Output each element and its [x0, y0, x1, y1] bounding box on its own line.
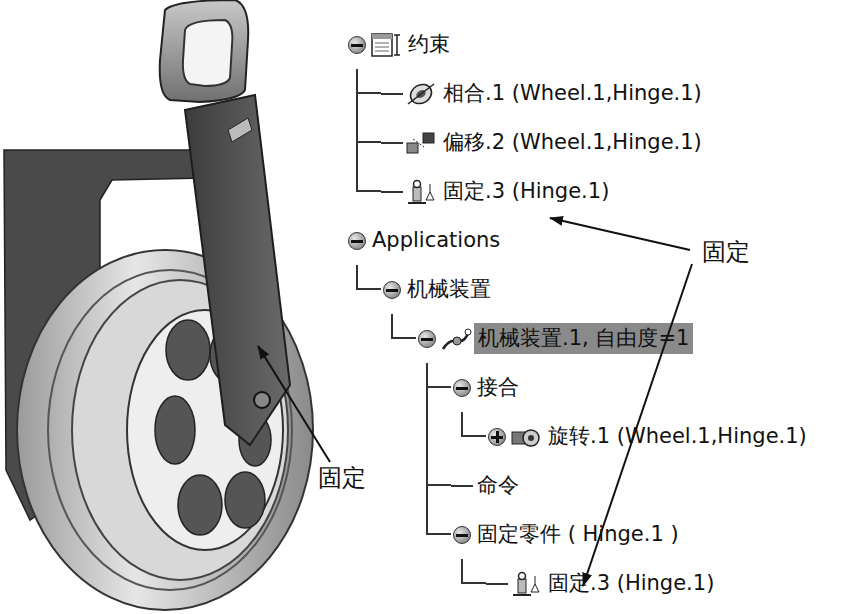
annotation-label: 固定 — [700, 238, 752, 267]
tree-guide — [346, 363, 381, 412]
collapse-toggle-icon[interactable] — [453, 379, 471, 397]
joint-icon — [508, 423, 544, 451]
tree-stub — [381, 93, 403, 95]
tree-node-label[interactable]: 命令 — [473, 470, 523, 501]
toggle-slot — [346, 20, 368, 69]
tree-row[interactable]: 接合 — [346, 363, 868, 412]
toggle-slot — [381, 167, 403, 216]
tree-node-label[interactable]: 固定.3 (Hinge.1) — [439, 176, 613, 207]
tree-row[interactable]: 固定.3 (Hinge.1) — [346, 559, 868, 608]
tree-node-label[interactable]: 接合 — [473, 372, 523, 403]
specification-tree: 约束相合.1 (Wheel.1,Hinge.1) 偏移.2 (Wheel.1,Hi… — [340, 0, 868, 614]
tree-guide — [451, 559, 486, 608]
collapse-toggle-icon[interactable] — [453, 526, 471, 544]
toggle-slot — [381, 265, 403, 314]
tree-guide — [416, 510, 451, 559]
collapse-toggle-icon[interactable] — [383, 281, 401, 299]
fix-icon — [508, 570, 544, 598]
model-viewport[interactable] — [0, 0, 340, 614]
tree-guide — [381, 510, 416, 559]
toggle-slot — [451, 461, 473, 510]
toggle-slot — [346, 216, 368, 265]
tree-row[interactable]: 命令 — [346, 461, 868, 510]
tree-guide — [381, 461, 416, 510]
toggle-slot — [381, 69, 403, 118]
wheel-hinge-model-icon[interactable] — [0, 0, 340, 614]
tree-node-label[interactable]: 固定.3 (Hinge.1) — [544, 568, 718, 599]
mechanism-icon — [438, 325, 474, 353]
toggle-slot — [451, 363, 473, 412]
tree-guide — [346, 265, 381, 314]
collapse-toggle-icon[interactable] — [348, 36, 366, 54]
tree-guide — [346, 412, 381, 461]
tree-guide — [381, 363, 416, 412]
expand-toggle-icon[interactable] — [488, 428, 506, 446]
tree-guide — [381, 314, 416, 363]
toggle-slot — [486, 412, 508, 461]
tree-row[interactable]: 机械装置 — [346, 265, 868, 314]
tree-node-label[interactable]: 偏移.2 (Wheel.1,Hinge.1) — [439, 127, 706, 158]
tree-guide — [346, 510, 381, 559]
tree-node-label[interactable]: 相合.1 (Wheel.1,Hinge.1) — [439, 78, 706, 109]
collapse-toggle-icon[interactable] — [418, 330, 436, 348]
tree-node-label[interactable]: Applications — [368, 225, 504, 256]
toggle-slot — [416, 314, 438, 363]
tree-node-label[interactable]: 机械装置 — [403, 274, 495, 305]
constraint-set-icon — [368, 31, 404, 59]
tree-row[interactable]: Applications — [346, 216, 868, 265]
tree-guide — [381, 412, 416, 461]
collapse-toggle-icon[interactable] — [348, 232, 366, 250]
tree-row[interactable]: 固定零件 ( Hinge.1 ) — [346, 510, 868, 559]
tree-stub — [381, 142, 403, 144]
tree-row[interactable]: 机械装置.1, 自由度=1 — [346, 314, 868, 363]
tree-row[interactable]: 约束 — [346, 20, 868, 69]
coincidence-icon — [403, 80, 439, 108]
annotation-label: 固定 — [316, 464, 368, 493]
tree-guide — [381, 559, 416, 608]
tree-guide — [346, 559, 381, 608]
toggle-slot — [381, 118, 403, 167]
fix-icon — [403, 178, 439, 206]
tree-stub — [381, 191, 403, 193]
tree-guide — [416, 412, 451, 461]
catia-window: 约束相合.1 (Wheel.1,Hinge.1) 偏移.2 (Wheel.1,Hi… — [0, 0, 868, 614]
tree-node-label[interactable]: 固定零件 ( Hinge.1 ) — [473, 519, 683, 550]
tree-node-label[interactable]: 机械装置.1, 自由度=1 — [474, 323, 693, 354]
tree-guide — [346, 167, 381, 216]
tree-row[interactable]: 相合.1 (Wheel.1,Hinge.1) — [346, 69, 868, 118]
tree-node-label[interactable]: 约束 — [404, 29, 454, 60]
tree-guide — [346, 118, 381, 167]
tree-row[interactable]: 偏移.2 (Wheel.1,Hinge.1) — [346, 118, 868, 167]
tree-guide — [346, 69, 381, 118]
tree-guide — [416, 461, 451, 510]
tree-guide — [416, 363, 451, 412]
tree-guide — [451, 412, 486, 461]
tree-node-label[interactable]: 旋转.1 (Wheel.1,Hinge.1) — [544, 421, 811, 452]
toggle-slot — [486, 559, 508, 608]
tree-stub — [486, 583, 508, 585]
offset-icon — [403, 129, 439, 157]
annotation-arrows-icon — [0, 0, 868, 614]
tree-stub — [451, 485, 473, 487]
toggle-slot — [451, 510, 473, 559]
tree-row[interactable]: 固定.3 (Hinge.1) — [346, 167, 868, 216]
tree-guide — [346, 314, 381, 363]
tree-guide — [416, 559, 451, 608]
tree-row[interactable]: 旋转.1 (Wheel.1,Hinge.1) — [346, 412, 868, 461]
